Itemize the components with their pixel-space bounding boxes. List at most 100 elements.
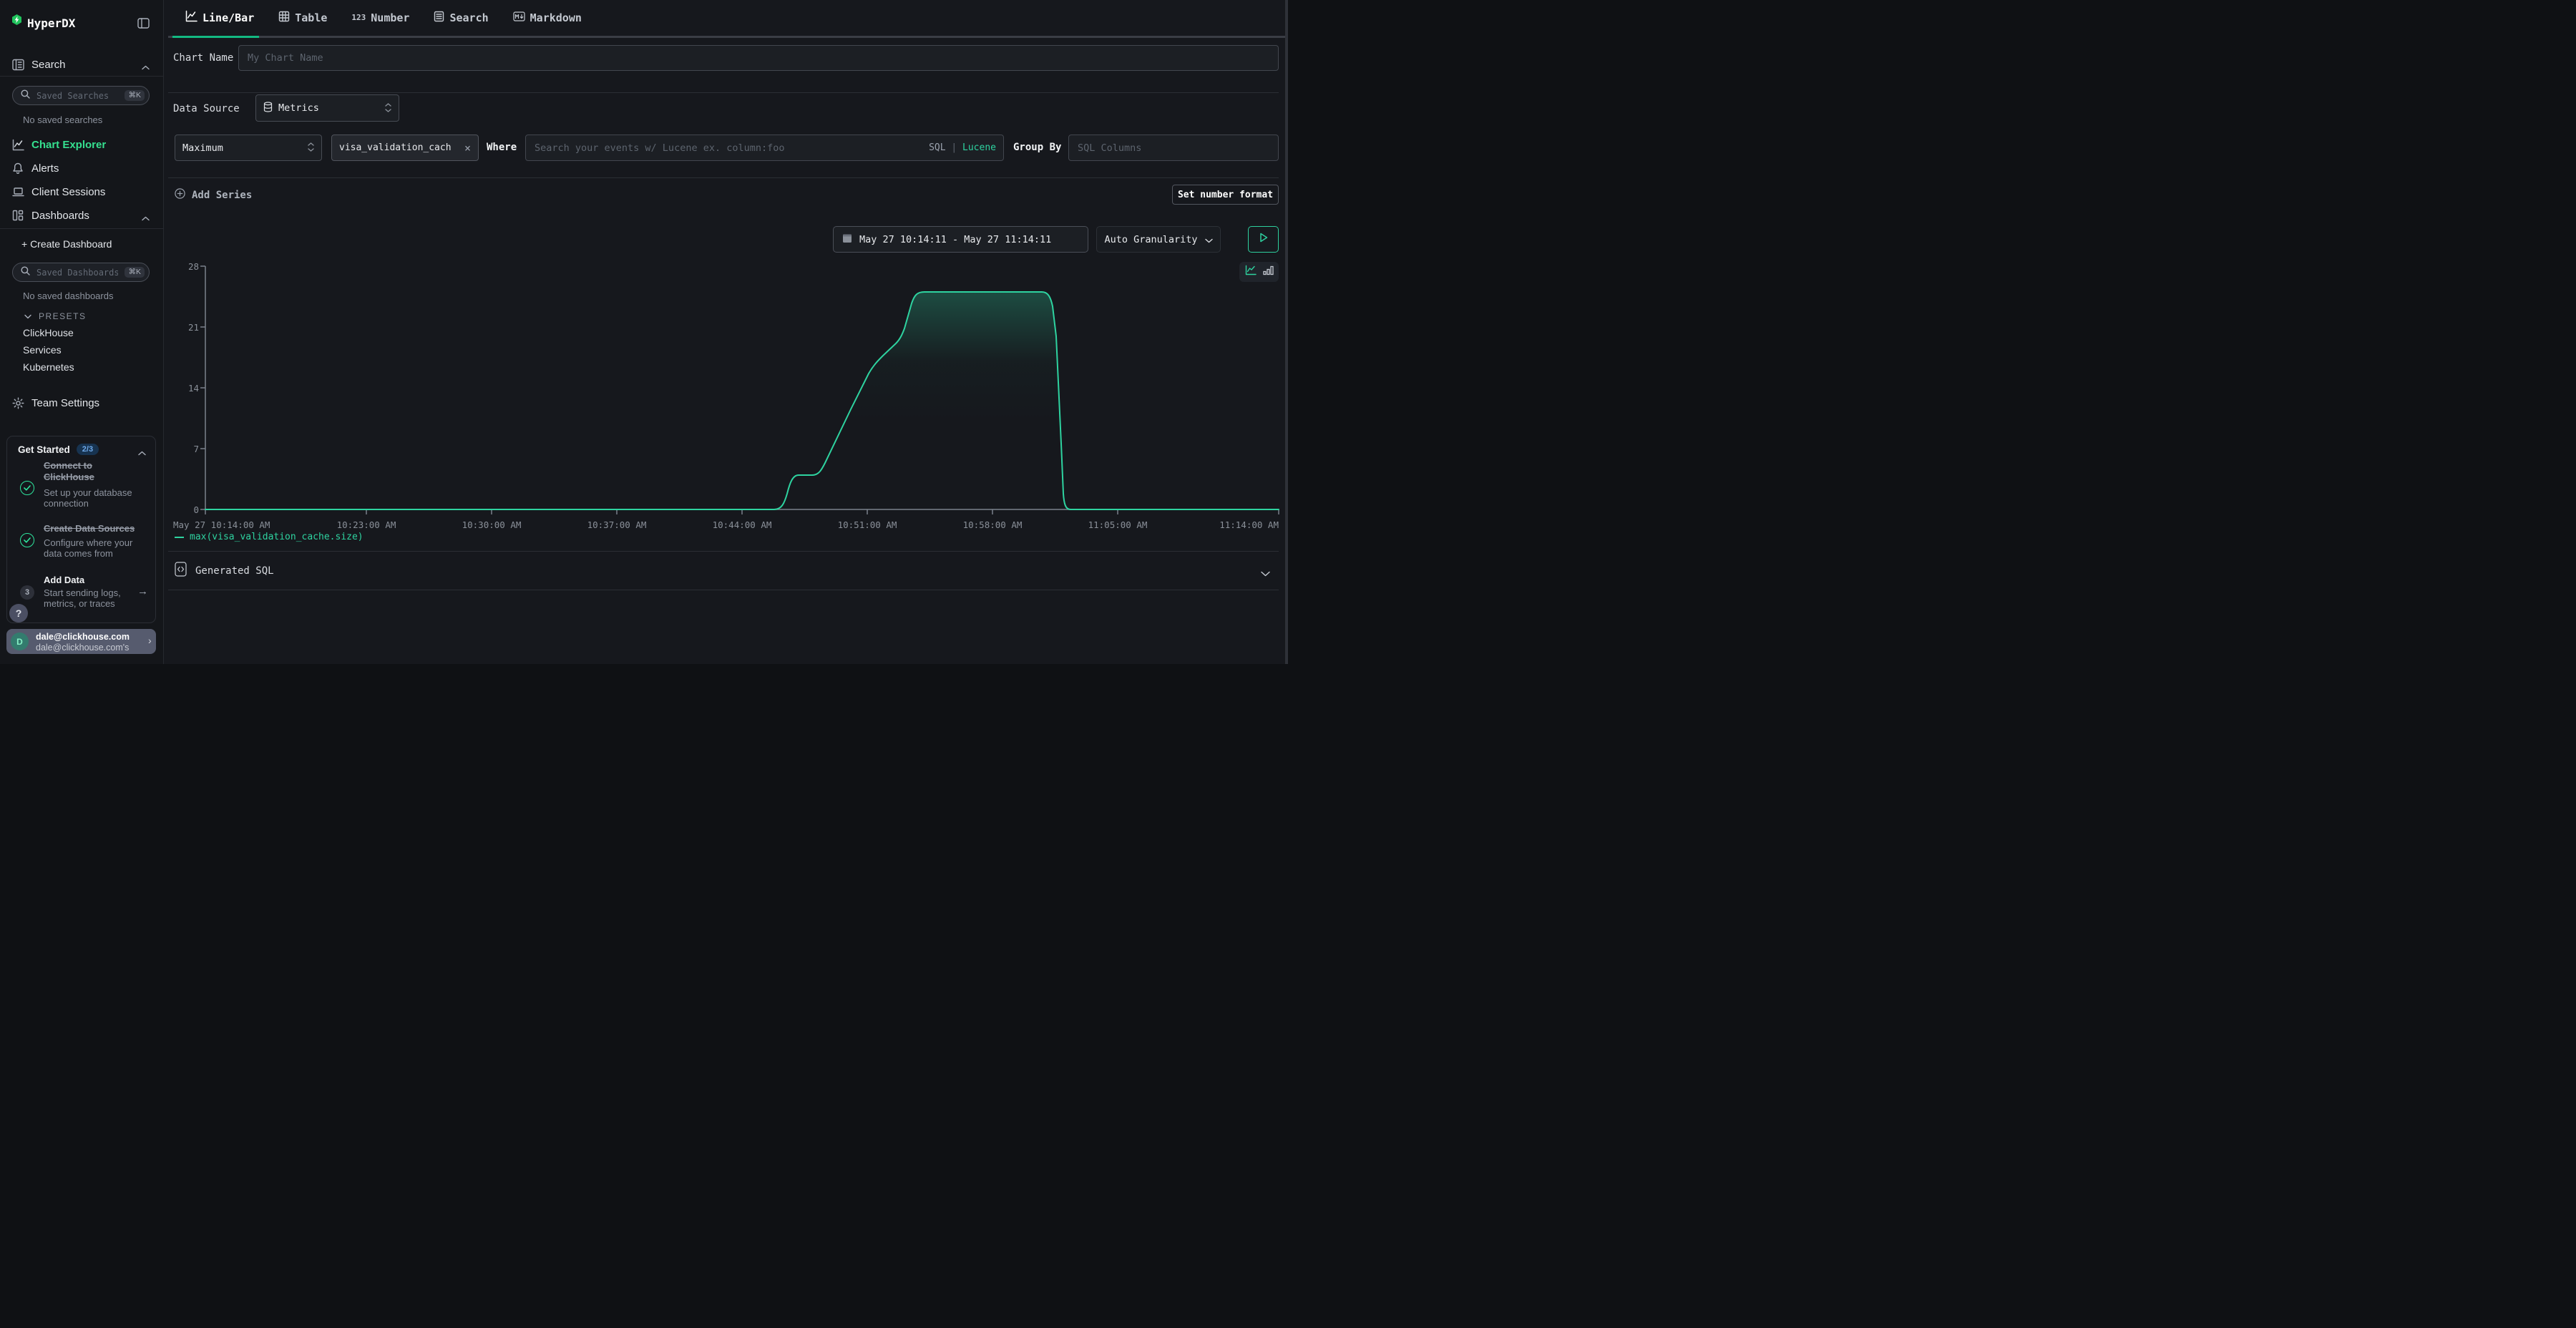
sidebar-item-label: Team Settings: [31, 397, 99, 409]
chevron-right-icon: ›: [148, 635, 152, 646]
saved-searches-input[interactable]: [35, 90, 119, 102]
active-tab-underline: [172, 36, 259, 38]
chevron-down-icon[interactable]: [1261, 567, 1270, 580]
chevron-up-icon[interactable]: [138, 446, 146, 459]
updown-chevron-icon: [385, 102, 391, 115]
metric-tag[interactable]: visa_validation_cach ×: [331, 135, 479, 161]
user-menu[interactable]: D dale@clickhouse.com dale@clickhouse.co…: [6, 629, 156, 654]
database-icon: [263, 102, 273, 115]
brand-title: HyperDX: [27, 16, 75, 30]
dashboards-icon: [11, 209, 24, 222]
svg-text:May 27 10:14:00 AM: May 27 10:14:00 AM: [173, 519, 270, 530]
sidebar-item-team-settings[interactable]: Team Settings: [0, 394, 163, 411]
chart-name-input[interactable]: [239, 46, 1278, 70]
preset-services[interactable]: Services: [23, 344, 62, 356]
play-icon: [1259, 233, 1268, 246]
markdown-icon: [513, 11, 525, 24]
saved-dashboards-search[interactable]: ⌘K: [12, 263, 150, 282]
series-area: [205, 292, 1279, 509]
get-started-title: Get Started: [18, 444, 70, 455]
data-source-label: Data Source: [173, 103, 240, 114]
preset-clickhouse[interactable]: ClickHouse: [23, 327, 74, 338]
table-icon: [278, 11, 290, 25]
sidebar-section-search[interactable]: Search: [0, 56, 163, 73]
legend-line-swatch: [175, 537, 184, 538]
svg-text:10:23:00 AM: 10:23:00 AM: [337, 519, 396, 530]
run-query-button[interactable]: [1248, 226, 1279, 253]
lucene-toggle[interactable]: Lucene: [962, 142, 996, 153]
tab-line-bar[interactable]: Line/Bar: [185, 10, 254, 25]
step-number-badge: 3: [20, 585, 34, 600]
get-started-item-title[interactable]: Create Data Sources: [44, 523, 158, 534]
tab-number[interactable]: 123 Number: [351, 10, 409, 25]
data-source-select[interactable]: Metrics: [255, 94, 399, 122]
group-by-field: [1068, 135, 1279, 161]
aggregation-select[interactable]: Maximum: [175, 135, 322, 161]
preset-kubernetes[interactable]: Kubernetes: [23, 361, 74, 373]
chevron-up-icon: [142, 61, 150, 74]
check-circle-icon: [20, 481, 34, 495]
laptop-icon: [11, 185, 24, 198]
search-panel-icon: [11, 58, 24, 71]
sidebar-item-dashboards[interactable]: Dashboards: [0, 207, 163, 224]
chart-legend[interactable]: max(visa_validation_cache.size): [175, 532, 364, 542]
tab-markdown[interactable]: Markdown: [513, 10, 582, 25]
collapse-sidebar-icon[interactable]: [137, 18, 150, 32]
saved-dashboards-input[interactable]: [35, 267, 119, 278]
tab-table[interactable]: Table: [278, 10, 327, 25]
chart-name-field: [238, 45, 1279, 71]
gear-icon: [11, 396, 24, 409]
sql-toggle[interactable]: SQL: [929, 142, 945, 153]
chart-name-label: Chart Name: [173, 52, 233, 64]
calendar-icon: [842, 233, 852, 246]
get-started-progress-badge: 2/3: [77, 444, 99, 455]
avatar: D: [11, 633, 29, 650]
sidebar-item-label: Chart Explorer: [31, 139, 106, 151]
svg-text:11:05:00 AM: 11:05:00 AM: [1088, 519, 1148, 530]
sidebar-item-client-sessions[interactable]: Client Sessions: [0, 183, 163, 200]
sidebar-item-label: Alerts: [31, 162, 59, 175]
date-range-value: May 27 10:14:11 - May 27 11:14:11: [859, 234, 1051, 245]
timeseries-chart[interactable]: 28 21 14 7 0 May 27 10:14:00 AM 10:23:00…: [173, 258, 1288, 538]
plus-circle-icon: [175, 188, 185, 202]
generated-sql-toggle[interactable]: Generated SQL: [175, 562, 274, 580]
svg-text:10:51:00 AM: 10:51:00 AM: [838, 519, 897, 530]
user-subtitle: dale@clickhouse.com's: [36, 643, 129, 653]
close-icon[interactable]: ×: [464, 142, 471, 155]
get-started-item-subtitle: Start sending logs, metrics, or traces: [44, 587, 137, 609]
add-series-button[interactable]: Add Series: [175, 188, 252, 202]
svg-text:14: 14: [188, 383, 199, 394]
data-source-value: Metrics: [278, 102, 379, 114]
legend-series-label: max(visa_validation_cache.size): [190, 532, 364, 542]
sidebar-section-label: Search: [31, 59, 66, 71]
svg-text:10:30:00 AM: 10:30:00 AM: [462, 519, 522, 530]
presets-label: PRESETS: [39, 311, 87, 321]
date-range-picker[interactable]: May 27 10:14:11 - May 27 11:14:11: [833, 226, 1088, 253]
saved-searches-search[interactable]: ⌘K: [12, 86, 150, 105]
no-saved-dashboards-text: No saved dashboards: [23, 290, 113, 301]
granularity-select[interactable]: Auto Granularity: [1096, 226, 1221, 253]
svg-text:0: 0: [193, 504, 199, 515]
get-started-item-title[interactable]: Add Data: [44, 575, 84, 586]
get-started-item-subtitle: Set up your database connection: [44, 487, 144, 509]
group-by-input[interactable]: [1069, 135, 1278, 160]
presets-toggle[interactable]: PRESETS: [24, 310, 87, 323]
number-123-icon: 123: [351, 13, 366, 22]
tab-search[interactable]: Search: [434, 10, 488, 25]
get-started-item-title[interactable]: Connect to ClickHouse: [44, 460, 144, 483]
sidebar-item-chart-explorer[interactable]: Chart Explorer: [0, 136, 163, 153]
sidebar-item-alerts[interactable]: Alerts: [0, 160, 163, 177]
no-saved-searches-text: No saved searches: [23, 114, 102, 125]
create-dashboard-button[interactable]: + Create Dashboard: [21, 238, 112, 250]
y-axis-labels: 28 21 14 7 0: [188, 261, 199, 515]
svg-text:11:14:00 AM: 11:14:00 AM: [1219, 519, 1279, 530]
sidebar: HyperDX Search ⌘K No saved searches: [0, 0, 164, 664]
code-icon: [175, 562, 187, 580]
svg-text:21: 21: [188, 322, 199, 333]
set-number-format-button[interactable]: Set number format: [1172, 185, 1279, 205]
scrollbar[interactable]: [1285, 0, 1288, 664]
where-label: Where: [487, 142, 517, 153]
sidebar-item-label: Client Sessions: [31, 186, 105, 198]
help-button[interactable]: ?: [9, 604, 28, 622]
shortcut-badge: ⌘K: [125, 267, 145, 278]
